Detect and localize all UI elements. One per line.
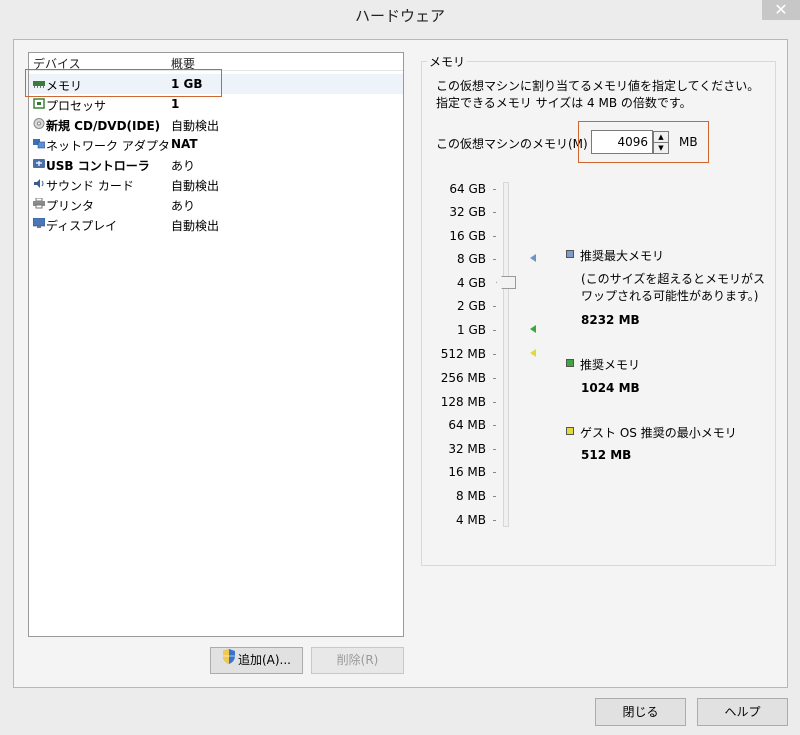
device-summary: あり [171,159,196,173]
scale-label: 4 MB [455,513,486,527]
device-row-sound-card[interactable]: サウンド カード 自動検出 [29,174,403,194]
scale-tick [493,212,496,213]
scale-label: 1 GB [457,323,486,337]
add-device-button[interactable]: 追加(A)... [210,647,303,674]
device-summary: あり [171,199,196,213]
uac-shield-icon [222,648,236,673]
scale-label: 32 GB [449,205,486,219]
close-icon: ✕ [774,0,788,19]
scale-tick [493,472,496,473]
device-name: ネットワーク アダプタ [46,139,170,153]
legend-recommended-swatch [566,359,574,367]
scale-tick [493,354,496,355]
title-bar: ハードウェア ✕ [0,0,800,30]
scale-label: 32 MB [448,442,486,456]
scale-label: 4 GB [457,276,486,290]
memory-size-label: この仮想マシンのメモリ(M) [436,137,588,151]
device-name: サウンド カード [46,179,134,193]
scale-tick [493,306,496,307]
device-name: プロセッサ [46,99,107,113]
legend-recommended-label: 推奨メモリ [580,358,641,372]
window-title: ハードウェア [354,7,445,25]
memory-unit: MB [679,135,698,149]
legend-recommended-value: 1024 MB [581,381,640,395]
device-name: ディスプレイ [46,219,118,233]
device-row-cd-dvd[interactable]: 新規 CD/DVD(IDE) 自動検出 [29,114,403,134]
recommended-marker [530,325,536,333]
memory-slider-track[interactable] [503,182,509,527]
scale-label: 16 MB [448,465,486,479]
legend-min-value: 512 MB [581,448,632,462]
device-name: 新規 CD/DVD(IDE) [46,119,161,133]
device-row-network-adapter[interactable]: ネットワーク アダプタ NAT [29,134,403,154]
device-summary: 自動検出 [171,179,220,193]
device-summary: 1 GB [171,77,203,91]
scale-label: 8 MB [455,489,486,503]
legend-max-label: 推奨最大メモリ [580,249,665,263]
scale-label: 256 MB [440,371,486,385]
caret-up-icon: ▲ [658,133,664,141]
memory-icon [33,78,45,89]
close-window-button[interactable]: ✕ [762,0,800,20]
scale-label: 128 MB [440,395,486,409]
device-summary: 自動検出 [171,119,220,133]
device-summary: 1 [171,97,180,111]
device-summary: 自動検出 [171,219,220,233]
printer-icon [33,197,45,209]
scale-label: 16 GB [449,229,486,243]
device-row-usb-controller[interactable]: USB コントローラ あり [29,154,403,174]
device-row-display[interactable]: ディスプレイ 自動検出 [29,214,403,234]
scale-label: 512 MB [440,347,486,361]
device-row-printer[interactable]: プリンタ あり [29,194,403,214]
scale-label: 2 GB [457,299,486,313]
device-name: プリンタ [46,199,95,213]
scale-tick [493,425,496,426]
scale-tick [493,259,496,260]
help-button[interactable]: ヘルプ [697,698,788,726]
usb-icon [33,158,45,169]
scale-tick [493,236,496,237]
legend-max-note: (このサイズを超えるとメモリがスワップされる可能性があります。) [581,272,765,303]
sound-card-icon [33,178,45,189]
legend-min-label: ゲスト OS 推奨の最小メモリ [580,426,737,440]
legend-max-swatch [566,250,574,258]
add-button-label: 追加(A)... [237,653,292,667]
scale-label: 64 GB [449,182,486,196]
scale-tick [493,496,496,497]
device-list: デバイス 概要 メモリ 1 GB プロセッサ 1 新規 CD/DVD(IDE) … [28,52,404,637]
max-recommended-marker [530,254,536,262]
remove-device-button[interactable]: 削除(R) [311,647,404,674]
device-row-memory[interactable]: メモリ 1 GB [29,74,403,94]
scale-tick [493,330,496,331]
device-summary: NAT [171,137,198,151]
scale-tick [493,449,496,450]
network-adapter-icon [33,138,46,149]
device-name: メモリ [46,79,83,93]
memory-description: この仮想マシンに割り当てるメモリ値を指定してください。指定できるメモリ サイズは… [436,79,760,110]
display-icon [32,217,46,229]
min-recommended-marker [530,349,536,357]
memory-decrement-button[interactable]: ▼ [653,142,669,154]
device-row-processor[interactable]: プロセッサ 1 [29,94,403,114]
scale-tick [493,378,496,379]
memory-group-title: メモリ [427,53,468,70]
scale-label: 8 GB [457,252,486,266]
device-name: USB コントローラ [46,159,150,173]
processor-icon [33,98,45,109]
legend-max-value: 8232 MB [581,313,640,327]
close-button[interactable]: 閉じる [595,698,686,726]
cd-dvd-icon [33,118,45,129]
scale-tick [493,520,496,521]
memory-size-input[interactable]: 4096 [591,130,653,154]
scale-tick [493,402,496,403]
scale-tick [493,189,496,190]
scale-label: 64 MB [448,418,486,432]
legend-min-swatch [566,427,574,435]
header-divider [29,70,403,71]
caret-down-icon: ▼ [658,144,664,152]
